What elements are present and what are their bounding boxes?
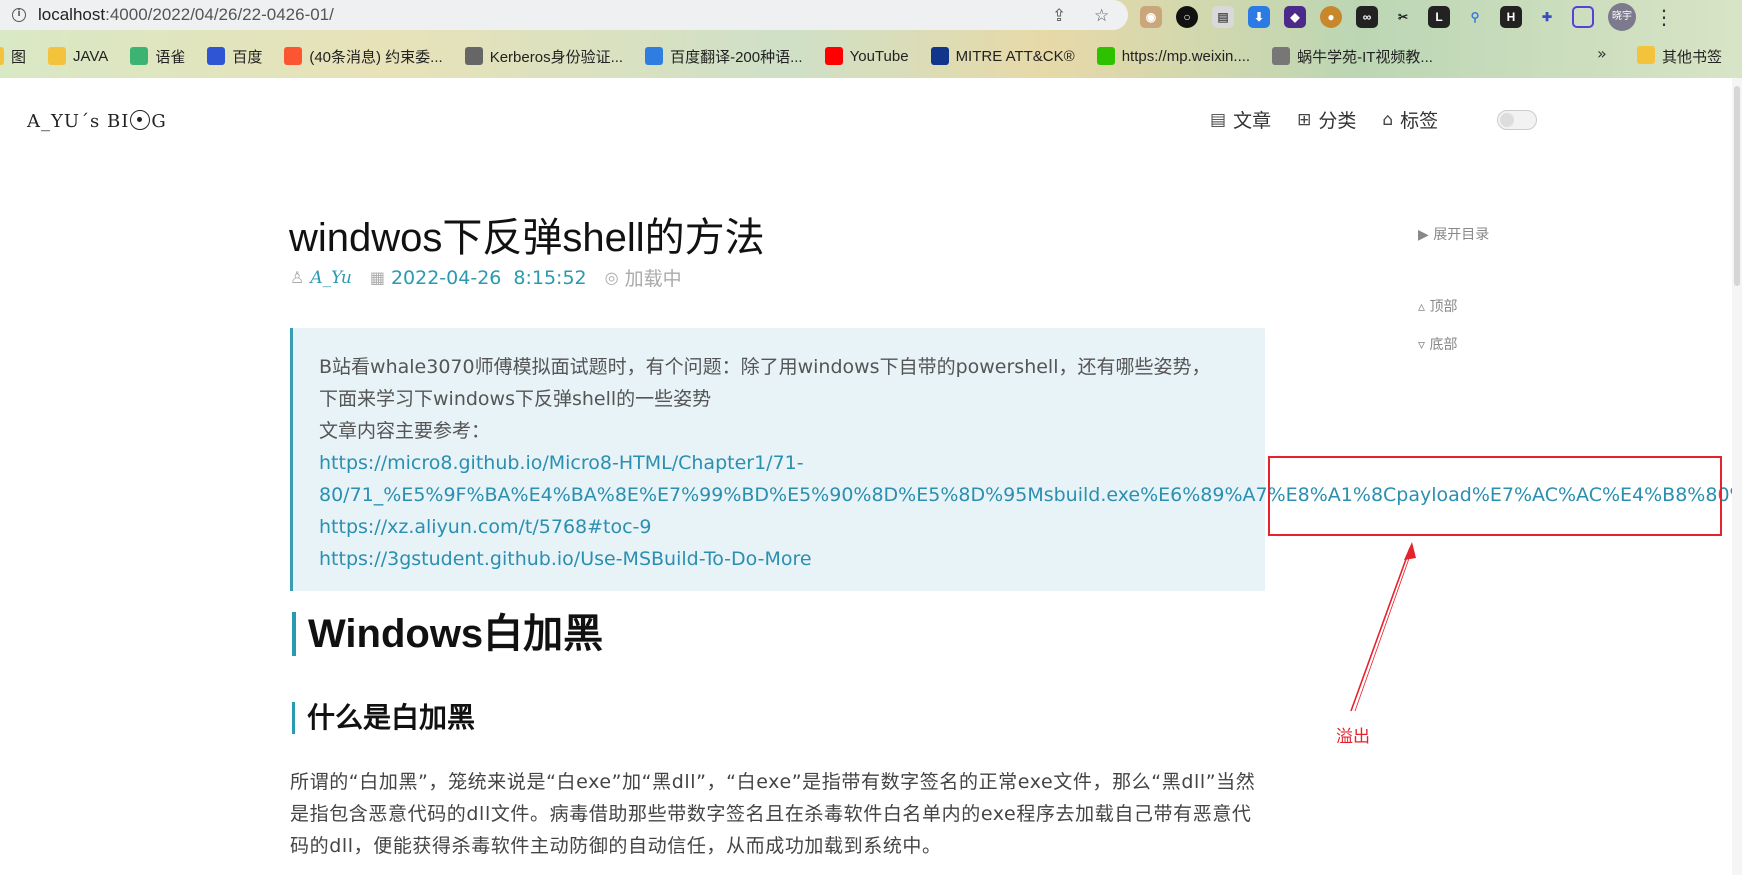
- page-scrollbar[interactable]: [1732, 78, 1742, 875]
- annotation-arrow: [1350, 542, 1416, 712]
- overflow-annotation-label: 溢出: [1336, 727, 1370, 747]
- scrollbar-thumb[interactable]: [1734, 86, 1740, 286]
